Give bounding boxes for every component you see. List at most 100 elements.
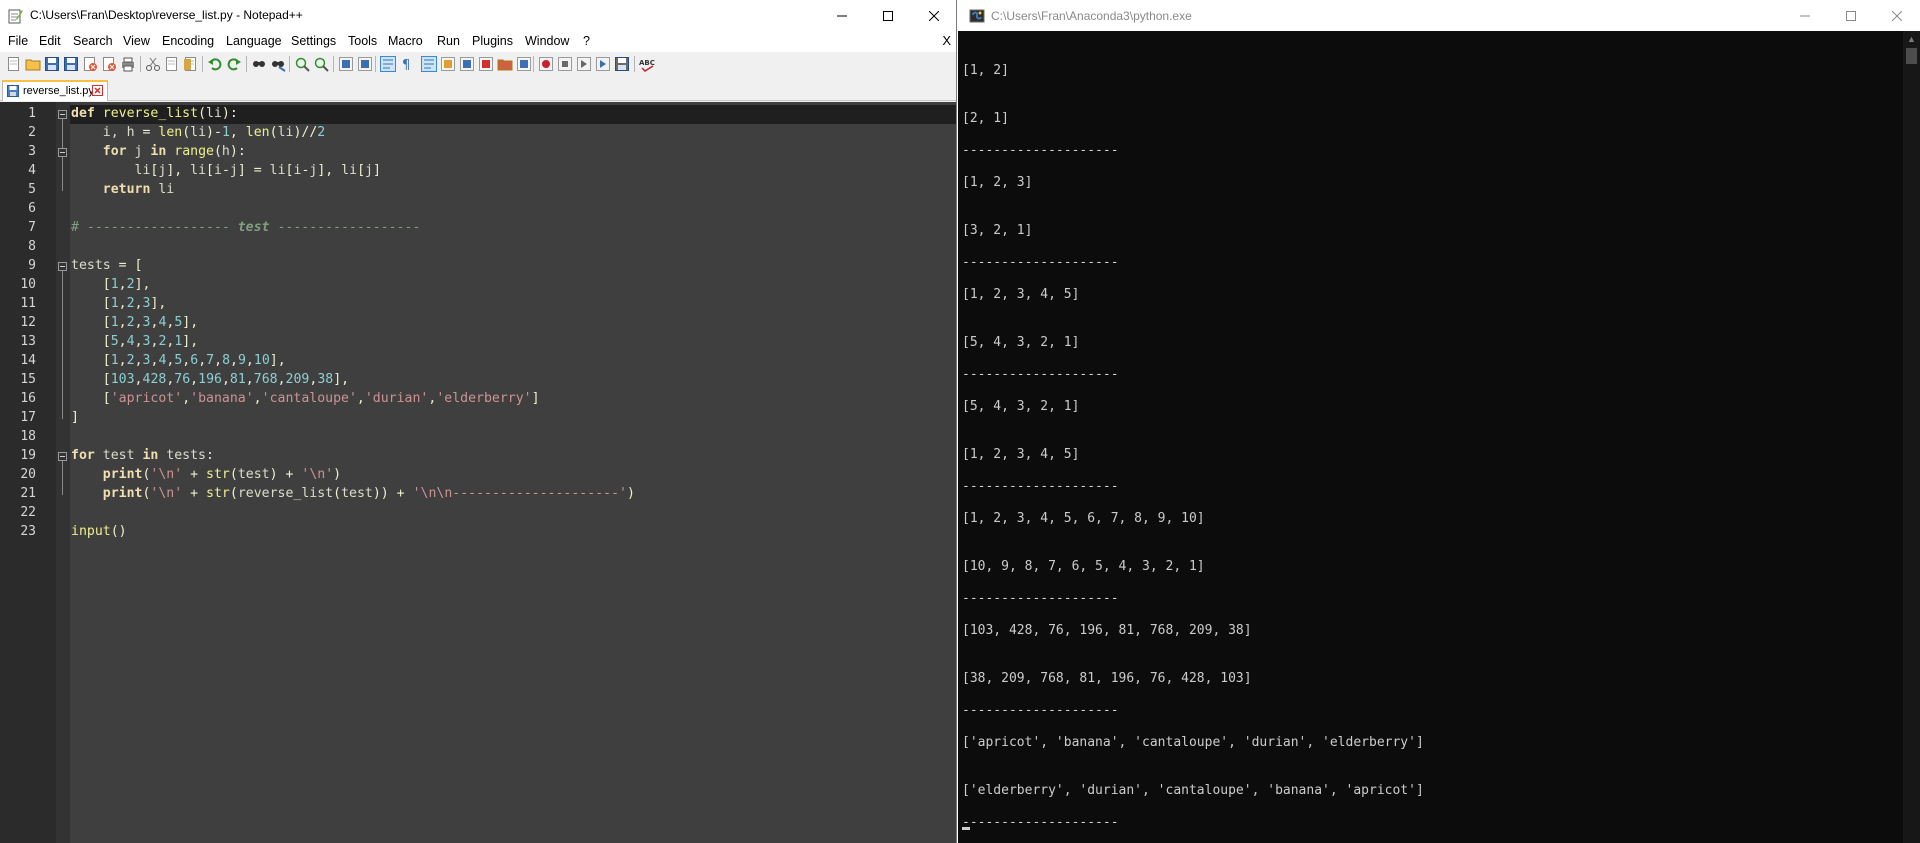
menu-encoding[interactable]: Encoding (162, 34, 214, 48)
print-icon[interactable] (120, 56, 136, 72)
code-line: # ------------------ test --------------… (71, 220, 421, 235)
console-line: -------------------- (962, 815, 1119, 830)
record-macro-icon[interactable] (538, 56, 554, 72)
menu-search[interactable]: Search (73, 34, 113, 48)
console-line: [10, 9, 8, 7, 6, 5, 4, 3, 2, 1] (962, 559, 1205, 574)
window-title: C:\Users\Fran\Desktop\reverse_list.py - … (30, 8, 303, 22)
menu-file[interactable]: File (8, 34, 28, 48)
maximize-icon (883, 11, 893, 21)
close-window-button[interactable] (911, 0, 956, 32)
save-macro-icon[interactable] (614, 56, 630, 72)
toolbar-separator (289, 56, 290, 72)
close-icon (929, 11, 939, 21)
close-document-button[interactable]: X (942, 33, 951, 48)
code-editor[interactable]: 1 2 3 4 5 6 7 8 9 10 11 12 13 14 15 16 17 18 19 20 21 22 23 de… (0, 102, 956, 843)
zoom-out-icon[interactable] (313, 56, 329, 72)
menu-run[interactable]: Run (437, 34, 460, 48)
line-number: 14 (20, 353, 36, 368)
menu-settings[interactable]: Settings (291, 34, 336, 48)
menu-tools[interactable]: Tools (348, 34, 377, 48)
menu-edit[interactable]: Edit (39, 34, 61, 48)
toolbar: ¶ ABC (0, 52, 956, 76)
code-line: for test in tests: (71, 448, 214, 463)
fold-toggle-icon[interactable] (58, 110, 67, 119)
console-close-button[interactable] (1874, 0, 1920, 32)
scroll-up-arrow-icon[interactable]: ▲ (1903, 31, 1920, 48)
sync-horizontal-icon[interactable] (357, 56, 373, 72)
show-all-chars-icon[interactable]: ¶ (399, 56, 415, 72)
run-macro-multiple-icon[interactable] (595, 56, 611, 72)
toolbar-separator (246, 56, 247, 72)
folder-workspace-icon[interactable] (497, 56, 513, 72)
console-output[interactable]: [1, 2] [2, 1] -------------------- [1, 2, 3… (962, 31, 1892, 843)
menu-help[interactable]: ? (583, 34, 590, 48)
console-line: ['apricot', 'banana', 'cantaloupe', 'dur… (962, 735, 1424, 750)
svg-text:¶: ¶ (402, 58, 410, 72)
menu-language[interactable]: Language (226, 34, 282, 48)
save-icon[interactable] (44, 56, 60, 72)
menu-plugins[interactable]: Plugins (472, 34, 513, 48)
indent-guide-icon[interactable] (421, 56, 437, 72)
console-line: -------------------- (962, 479, 1119, 494)
user-lang-icon[interactable] (440, 56, 456, 72)
line-number: 8 (28, 239, 36, 254)
scrollbar-thumb[interactable] (1906, 48, 1917, 64)
console-line: [3, 2, 1] (962, 223, 1033, 238)
new-file-icon[interactable] (6, 56, 22, 72)
open-icon[interactable] (25, 56, 41, 72)
monitoring-icon[interactable] (516, 56, 532, 72)
stop-macro-icon[interactable] (557, 56, 573, 72)
zoom-in-icon[interactable] (294, 56, 310, 72)
notepadpp-window: C:\Users\Fran\Desktop\reverse_list.py - … (0, 0, 957, 843)
line-number: 15 (20, 372, 36, 387)
doc-map-icon[interactable] (459, 56, 475, 72)
close-icon[interactable] (82, 56, 98, 72)
save-all-icon[interactable] (63, 56, 79, 72)
paste-icon[interactable] (183, 56, 199, 72)
tab-reverse-list[interactable]: reverse_list.py (2, 80, 108, 101)
console-maximize-button[interactable] (1828, 0, 1874, 32)
tab-close-icon[interactable] (92, 85, 103, 96)
line-number: 4 (28, 163, 36, 178)
close-all-icon[interactable] (101, 56, 117, 72)
fold-toggle-icon[interactable] (58, 452, 67, 461)
line-number: 11 (20, 296, 36, 311)
menu-view[interactable]: View (123, 34, 150, 48)
toolbar-separator (333, 56, 334, 72)
toolbar-separator (375, 56, 376, 72)
word-wrap-icon[interactable] (380, 56, 396, 72)
undo-icon[interactable] (207, 56, 223, 72)
menu-macro[interactable]: Macro (388, 34, 423, 48)
function-list-icon[interactable] (478, 56, 494, 72)
code-line: print('\n' + str(test) + '\n') (102, 467, 342, 482)
fold-guide-line (62, 461, 63, 495)
sync-vertical-icon[interactable] (338, 56, 354, 72)
line-number: 1 (28, 106, 36, 121)
python-console-window: C:\Users\Fran\Anaconda3\python.exe [1, 2… (958, 0, 1920, 843)
maximize-button[interactable] (865, 0, 911, 32)
console-titlebar[interactable]: C:\Users\Fran\Anaconda3\python.exe (958, 0, 1920, 31)
fold-toggle-icon[interactable] (58, 148, 67, 157)
line-number: 19 (20, 448, 36, 463)
code-line: ['apricot','banana','cantaloupe','durian… (102, 391, 540, 406)
line-number: 17 (20, 410, 36, 425)
line-number-gutter: 1 2 3 4 5 6 7 8 9 10 11 12 13 14 15 16 17 18 19 20 21 22 23 (0, 102, 56, 843)
fold-toggle-icon[interactable] (58, 262, 67, 271)
console-minimize-button[interactable] (1782, 0, 1828, 32)
close-icon (1892, 11, 1902, 21)
find-icon[interactable] (251, 56, 267, 72)
code-line: li[j], li[i-j] = li[i-j], li[j] (71, 163, 381, 178)
code-line: [1,2,3,4,5,6,7,8,9,10], (102, 353, 286, 368)
cut-icon[interactable] (145, 56, 161, 72)
replace-icon[interactable] (270, 56, 286, 72)
minimize-button[interactable] (819, 0, 865, 32)
copy-icon[interactable] (164, 56, 180, 72)
notepadpp-titlebar[interactable]: C:\Users\Fran\Desktop\reverse_list.py - … (0, 0, 956, 32)
console-scrollbar[interactable] (1903, 31, 1920, 843)
redo-icon[interactable] (226, 56, 242, 72)
code-text[interactable]: def reverse_list(li): i, h = len(li)-1, … (70, 102, 955, 843)
menu-window[interactable]: Window (525, 34, 569, 48)
play-macro-icon[interactable] (576, 56, 592, 72)
spell-check-icon[interactable]: ABC (639, 56, 655, 72)
line-number: 16 (20, 391, 36, 406)
